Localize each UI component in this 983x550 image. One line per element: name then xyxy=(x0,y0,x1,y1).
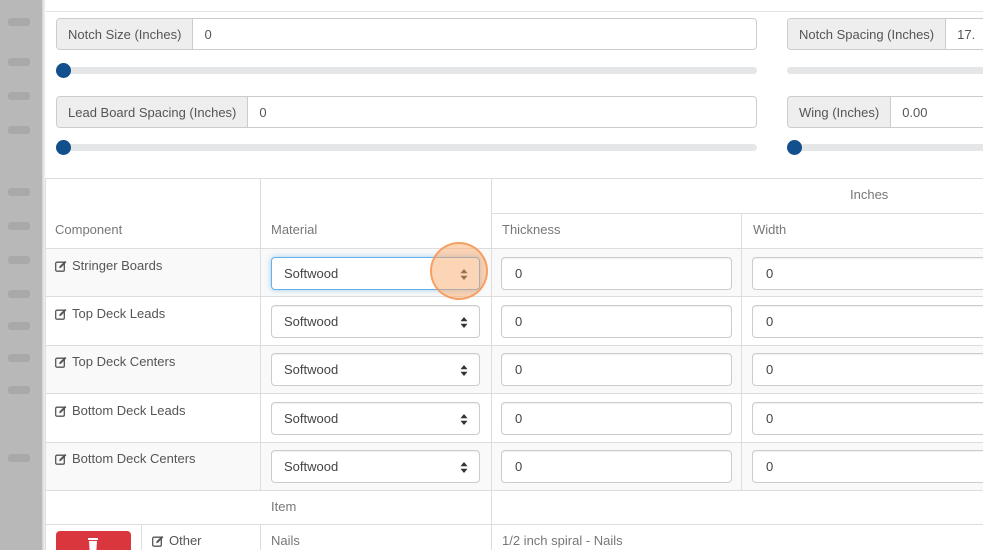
trash-icon xyxy=(88,538,98,550)
lead-board-spacing-label: Lead Board Spacing (Inches) xyxy=(57,97,249,127)
width-value: 0 xyxy=(766,362,774,377)
delete-button[interactable] xyxy=(56,531,131,550)
sidebar-background xyxy=(0,0,42,550)
lead-board-spacing-slider[interactable] xyxy=(56,140,757,155)
notch-spacing-slider[interactable] xyxy=(787,67,983,74)
material-select[interactable]: Softwood xyxy=(271,305,480,338)
notch-size-slider[interactable] xyxy=(56,63,757,78)
thickness-input[interactable]: 0 xyxy=(501,450,732,483)
notch-size-label: Notch Size (Inches) xyxy=(57,19,194,49)
component-header: Component xyxy=(55,222,123,237)
sort-caret-icon xyxy=(460,462,468,473)
material-select-value: Softwood xyxy=(284,362,339,377)
wing-slider[interactable] xyxy=(787,140,983,155)
component-top-deck-centers[interactable]: Top Deck Centers xyxy=(55,354,175,369)
material-select[interactable]: Softwood xyxy=(271,450,480,483)
thickness-value: 0 xyxy=(515,411,523,426)
component-label: Top Deck Centers xyxy=(72,354,176,369)
component-top-deck-leads[interactable]: Top Deck Leads xyxy=(55,306,165,321)
other-material: Nails xyxy=(271,533,300,548)
notch-size-group: Notch Size (Inches) 0 xyxy=(56,18,757,50)
thickness-input[interactable]: 0 xyxy=(501,305,732,338)
width-value: 0 xyxy=(766,411,774,426)
thickness-value: 0 xyxy=(515,314,523,329)
component-stringer-boards[interactable]: Stringer Boards xyxy=(55,258,162,273)
wing-label: Wing (Inches) xyxy=(788,97,892,127)
thickness-value: 0 xyxy=(515,459,523,474)
click-highlight xyxy=(430,242,488,300)
thickness-input[interactable]: 0 xyxy=(501,257,732,290)
sort-caret-icon xyxy=(460,414,468,425)
width-input[interactable]: 0 xyxy=(752,353,983,386)
material-select[interactable]: Softwood xyxy=(271,402,480,435)
component-label: Stringer Boards xyxy=(72,258,163,273)
edit-icon xyxy=(55,356,67,368)
material-select-value: Softwood xyxy=(284,266,339,281)
edit-icon xyxy=(152,535,164,547)
component-label: Top Deck Leads xyxy=(72,306,166,321)
notch-spacing-group: Notch Spacing (Inches) 17. xyxy=(787,18,983,50)
width-value: 0 xyxy=(766,314,774,329)
lead-board-spacing-group: Lead Board Spacing (Inches) 0 xyxy=(56,96,757,128)
component-label: Bottom Deck Leads xyxy=(72,403,186,418)
component-bottom-deck-leads[interactable]: Bottom Deck Leads xyxy=(55,403,185,418)
thickness-header: Thickness xyxy=(502,222,561,237)
width-input[interactable]: 0 xyxy=(752,450,983,483)
sort-caret-icon xyxy=(460,317,468,328)
lead-board-spacing-slider-handle[interactable] xyxy=(56,140,71,155)
width-value: 0 xyxy=(766,266,774,281)
notch-spacing-input[interactable]: 17. xyxy=(946,19,983,49)
components-table: Inches Component Material Thickness Widt… xyxy=(45,178,983,550)
wing-input[interactable]: 0.00 xyxy=(891,97,983,127)
notch-size-input[interactable]: 0 xyxy=(193,19,756,49)
material-select[interactable]: Softwood xyxy=(271,353,480,386)
material-select-value: Softwood xyxy=(284,314,339,329)
width-input[interactable]: 0 xyxy=(752,257,983,290)
width-input[interactable]: 0 xyxy=(752,402,983,435)
other-item[interactable]: Other xyxy=(152,533,202,548)
thickness-value: 0 xyxy=(515,266,523,281)
sort-caret-icon xyxy=(460,365,468,376)
lead-board-spacing-input[interactable]: 0 xyxy=(248,97,756,127)
component-label: Bottom Deck Centers xyxy=(72,451,196,466)
notch-spacing-label: Notch Spacing (Inches) xyxy=(788,19,947,49)
width-input[interactable]: 0 xyxy=(752,305,983,338)
top-divider xyxy=(46,11,983,12)
edit-icon xyxy=(55,453,67,465)
width-header: Width xyxy=(753,222,787,237)
edit-icon xyxy=(55,260,67,272)
material-select-value: Softwood xyxy=(284,459,339,474)
item-header: Item xyxy=(271,499,297,514)
other-label: Other xyxy=(169,533,202,548)
wing-group: Wing (Inches) 0.00 xyxy=(787,96,983,128)
inches-group-header: Inches xyxy=(850,187,889,202)
thickness-input[interactable]: 0 xyxy=(501,402,732,435)
wing-slider-handle[interactable] xyxy=(787,140,802,155)
thickness-value: 0 xyxy=(515,362,523,377)
edit-icon xyxy=(55,308,67,320)
edit-icon xyxy=(55,405,67,417)
thickness-input[interactable]: 0 xyxy=(501,353,732,386)
component-bottom-deck-centers[interactable]: Bottom Deck Centers xyxy=(55,451,196,466)
width-value: 0 xyxy=(766,459,774,474)
material-select-value: Softwood xyxy=(284,411,339,426)
notch-size-slider-handle[interactable] xyxy=(56,63,71,78)
other-item-description: 1/2 inch spiral - Nails xyxy=(502,533,623,548)
material-header: Material xyxy=(271,222,318,237)
